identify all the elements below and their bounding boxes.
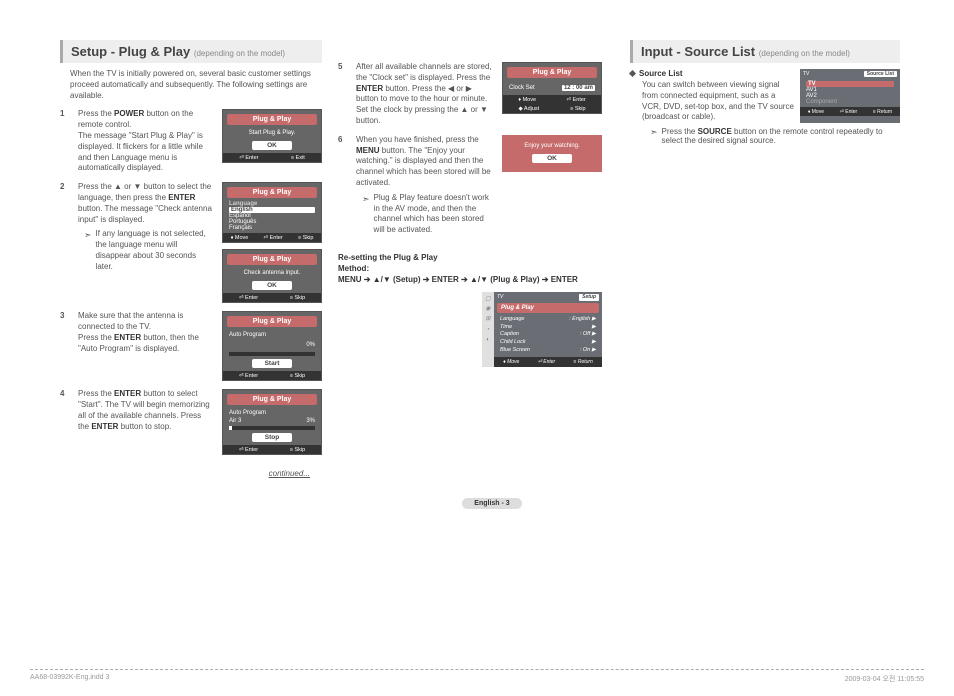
- input-header: Input - Source List (depending on the mo…: [630, 40, 900, 63]
- step-1: 1 Press the POWER button on the remote c…: [60, 109, 322, 174]
- reset-block: Re-setting the Plug & Play Method: MENU …: [338, 252, 602, 367]
- setup-subtitle: (depending on the model): [194, 49, 285, 58]
- source-sub: ➣ Press the SOURCE button on the remote …: [644, 127, 900, 145]
- osd-antenna: Plug & Play Check antenna input. OK ⏎ En…: [222, 249, 322, 303]
- footer-left: AA68-03992K-Eng.indd 3: [30, 674, 109, 684]
- footer-right: 2009-03-04 오전 11:05:55: [845, 674, 924, 684]
- step-6: 6 When you have finished, press the MENU…: [338, 135, 602, 236]
- osd-start: Plug & Play Start Plug & Play. OK ⏎ Ente…: [222, 109, 322, 163]
- input-title: Input - Source List: [641, 44, 755, 59]
- setup-header: Setup - Plug & Play (depending on the mo…: [60, 40, 322, 63]
- print-footer: AA68-03992K-Eng.indd 3 2009-03-04 오전 11:…: [30, 669, 924, 684]
- osd-source-list: TVSource List TV AV1 AV2 Component ♦ Mov…: [800, 69, 900, 123]
- diamond-icon: [629, 70, 636, 77]
- step-4: 4 Press the ENTER button to select "Star…: [60, 389, 322, 455]
- manual-page: Setup - Plug & Play (depending on the mo…: [0, 0, 954, 696]
- osd-autoprog: Plug & Play Auto Program 0% Start ⏎ Ente…: [222, 311, 322, 381]
- intro-text: When the TV is initially powered on, sev…: [70, 69, 322, 101]
- page-number: English - 3: [462, 498, 522, 509]
- osd-setup-menu: ▢◉⊞◔◐ TVSetup Plug & Play Language: Engl…: [482, 292, 602, 368]
- step-5: 5 After all available channels are store…: [338, 62, 602, 127]
- osd-autoprog-running: Plug & Play Auto Program Air 33% Stop ⏎ …: [222, 389, 322, 455]
- osd-enjoy: Enjoy your watching. OK: [502, 135, 602, 172]
- osd-language: Plug & Play Language English Español Por…: [222, 182, 322, 243]
- setup-title: Setup - Plug & Play: [71, 44, 190, 59]
- input-subtitle: (depending on the model): [759, 49, 850, 58]
- step-3: 3 Make sure that the antenna is connecte…: [60, 311, 322, 381]
- continued-label: continued...: [60, 469, 310, 478]
- source-list-block: Source List You can switch between viewi…: [630, 69, 900, 123]
- step-2: 2 Press the ▲ or ▼ button to select the …: [60, 182, 322, 303]
- osd-clock: Plug & Play Clock Set 12 : 00 am ♦ Move⏎…: [502, 62, 602, 114]
